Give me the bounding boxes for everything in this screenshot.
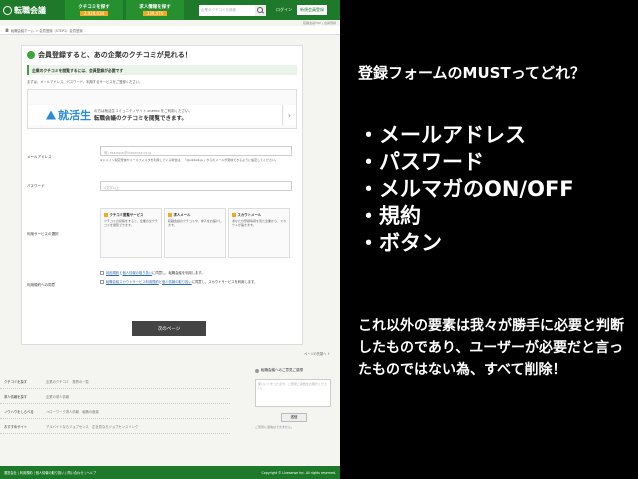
list-item: ・規約 (358, 204, 421, 228)
nav-search-jobs[interactable]: 求人情報を探す 339,476 (126, 0, 184, 20)
notice-bar: 企業のクチコミを閲覧するには、会員登録が必要です (27, 65, 297, 75)
logo-icon (3, 5, 12, 15)
chevron-right-icon[interactable]: › (282, 105, 296, 125)
list-item: ・ボタン (358, 231, 442, 255)
page-title: 会員登録すると、 あの企業のクチコミが見れる！ (27, 50, 192, 60)
list-item: ・パスワード (358, 150, 484, 174)
next-page-button[interactable]: 次のページ (132, 321, 206, 336)
list-item: ・メールアドレス (358, 123, 526, 147)
checkbox[interactable] (100, 271, 104, 275)
service-option-reviews[interactable]: クチコミ閲覧サービス クチコミの投稿をすると、企業の全クチコミを閲覧できます。 (100, 208, 162, 258)
service-option-job-mail[interactable]: 求人メール 転職会議のクチコミや、求人をお届けします。 (164, 208, 226, 258)
warning-triangle-icon (46, 110, 56, 120)
site-footer: 運営会社 | 利用規約 | 個人情報の取り扱い | 問い合わせ | ヘルプ Co… (0, 466, 340, 479)
commentary-note: これ以外の要素は我々が勝手に必要と判断したものであり、ユーザーが必要だと言ったも… (358, 318, 624, 378)
footer-link-row: 求人情報を探す 企業の求人情報 (0, 389, 230, 404)
footer-link-row: クチコミを探す 企業のクチコミ 業界の一覧 (0, 374, 230, 389)
password-field[interactable]: 4文字以上 (100, 181, 292, 191)
service-option-scout-mail[interactable]: スカウトメール あなたの登録情報を見た企業から、スカウトが届きます。 (228, 208, 290, 258)
must-list: ・メールアドレス ・パスワード ・メルマガのON/OFF ・規約 ・ボタン (358, 122, 574, 257)
footer-links: クチコミを探す 企業のクチコミ 業界の一覧 求人情報を探す 企業の求人情報 ノウハウ… (0, 374, 230, 434)
email-field[interactable]: 例) example@livesense.co.jp (100, 146, 292, 156)
header-search-input[interactable]: 企業のクチコミを検索 (199, 4, 255, 16)
page-top-link[interactable]: ページの先頭へ ↑ (304, 351, 330, 356)
email-help: ※ドメイン指定受信やメールフィルタを利用している場合は、「@jobtalk.jp… (100, 158, 278, 162)
nav-search-reviews[interactable]: クチコミを探す 2,928,034 (65, 0, 123, 20)
checkbox-icon[interactable] (104, 212, 108, 217)
footer-link-row: ノウハウをしらべる ハローワーク求人情報 転職の面接 (0, 404, 230, 419)
site-logo[interactable]: 転職会議 (3, 5, 65, 16)
login-link[interactable]: ログイン (276, 7, 292, 13)
student-banner-link[interactable]: 就活生 の方は就活生コミュニティサイト onemo をご利用ください。 転職会議… (28, 105, 296, 125)
student-banner: 就活生 の方は就活生コミュニティサイト onemo をご利用ください。 転職会議… (27, 89, 297, 129)
list-item: ・メルマガのON/OFF (358, 177, 574, 201)
registration-form: 会員登録すると、 あの企業のクチコミが見れる！ 企業のクチコミを閲覧するには、会員… (21, 45, 303, 345)
breadcrumb: 転職会議ホーム ＞ 会員登録（STEP1）会員登録 (0, 26, 340, 35)
footer-link-row: おすすめサイト アルバイトならジョブセンス 正社員ならジョブセンスリンク (0, 419, 230, 434)
home-icon (5, 28, 9, 32)
slide-commentary: 登録フォームのMUSTってどれ？ ・メールアドレス ・パスワード ・メルマガのO… (352, 0, 634, 479)
checkbox-icon[interactable] (232, 212, 236, 217)
checkbox[interactable] (100, 280, 104, 284)
search-icon[interactable] (255, 4, 266, 16)
agree-checkbox-scout[interactable]: 転職会議スカウトサービス利用規約と個人情報の取り扱いに同意し、スカウトサービスを… (100, 280, 257, 285)
agree-checkbox-terms[interactable]: 利用規約と個人情報の取り扱いに同意し、転職会議を利用します。 (100, 271, 257, 276)
intro-text: まずは、メールアドレス、パスワード、利用するサービスをご登録ください。 (27, 80, 143, 84)
site-header: 転職会議 クチコミを探す 2,928,034 求人情報を探す 339,476 企… (0, 0, 340, 20)
feedback-textarea[interactable]: 使いにくかった点や、ご意見ご感想をお寄せください。 (255, 379, 331, 407)
header-search: 企業のクチコミを検索 (199, 4, 266, 16)
checkbox-icon[interactable] (168, 212, 172, 217)
feedback-send-button[interactable]: 送信 (281, 413, 307, 422)
commentary-title: 登録フォームのMUSTってどれ？ (358, 64, 585, 82)
website-screenshot: 転職会議 クチコミを探す 2,928,034 求人情報を探す 339,476 企… (0, 0, 340, 479)
member-icon (27, 51, 35, 59)
register-button[interactable]: 新規会員登録 (297, 5, 327, 15)
feedback-box: 転職会議へのご意見ご感想 使いにくかった点や、ご意見ご感想をお寄せください。 送… (255, 368, 335, 458)
